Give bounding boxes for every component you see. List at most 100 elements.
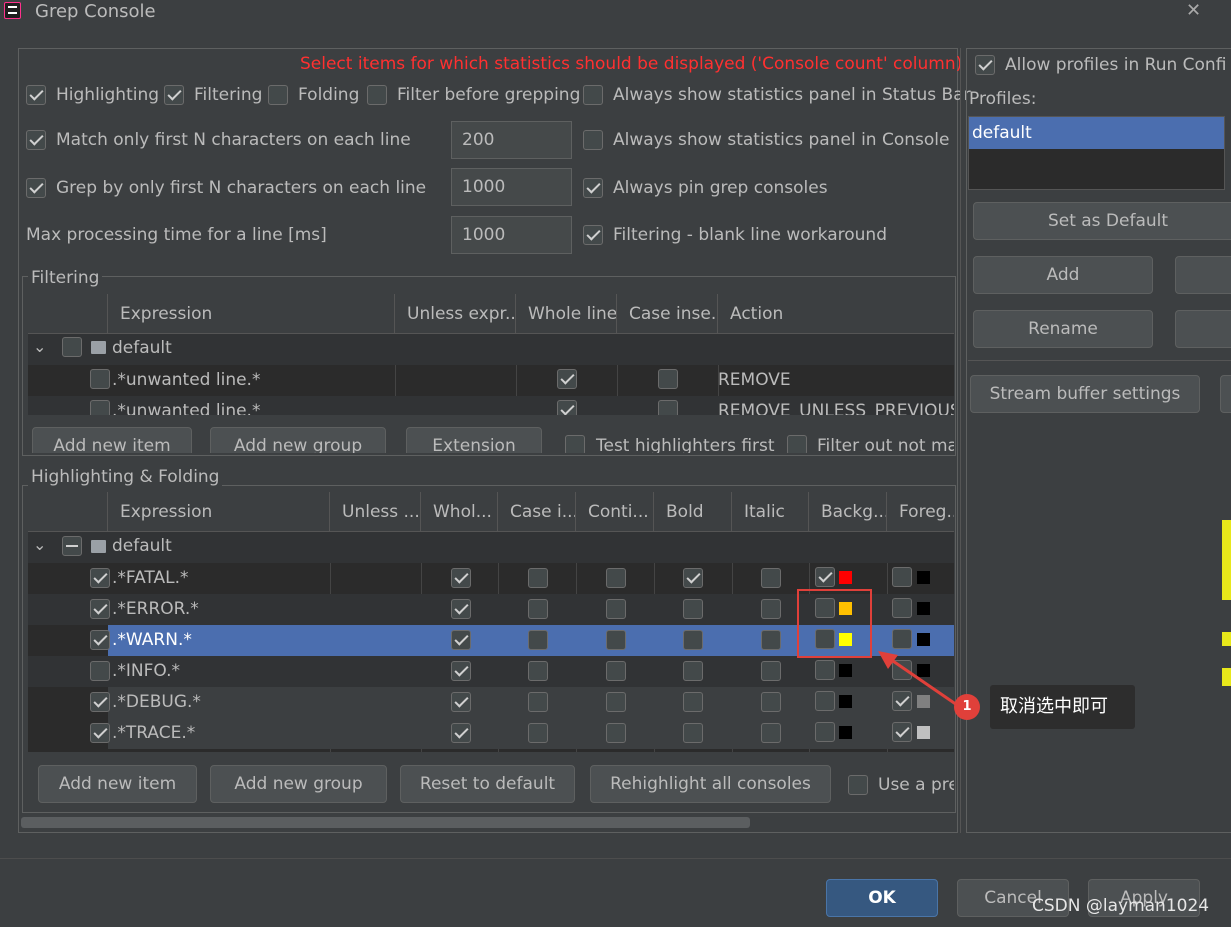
profile-extra-button-3[interactable] xyxy=(1220,375,1231,413)
hl-row-fg-checkbox[interactable] xyxy=(892,722,912,742)
hl-row-bold[interactable] xyxy=(683,661,703,681)
filter-col-action[interactable]: Action xyxy=(718,294,954,334)
filter-before-checkbox[interactable] xyxy=(367,85,387,105)
hl-row-enabled[interactable] xyxy=(90,630,110,650)
highlighting-checkbox[interactable] xyxy=(26,85,46,105)
hl-row-enabled[interactable] xyxy=(90,692,110,712)
filter-add-item-button[interactable]: Add new item xyxy=(32,427,192,453)
hl-row-bg-checkbox[interactable] xyxy=(815,660,835,680)
hl-row-italic[interactable] xyxy=(761,568,781,588)
hl-row-bg-swatch[interactable] xyxy=(839,695,852,708)
filter-col-case[interactable]: Case inse... xyxy=(617,294,718,334)
hl-row-bg-swatch[interactable] xyxy=(839,664,852,677)
hl-row-italic[interactable] xyxy=(761,599,781,619)
filter-group-row[interactable]: ⌄ default xyxy=(28,334,954,365)
filter-row-whole-line[interactable] xyxy=(557,400,577,415)
stream-buffer-button[interactable]: Stream buffer settings xyxy=(970,375,1200,413)
hl-row-bold[interactable] xyxy=(683,568,703,588)
hl-row-continue[interactable] xyxy=(606,599,626,619)
hl-row-bold[interactable] xyxy=(683,599,703,619)
profile-extra-button-2[interactable] xyxy=(1175,310,1231,348)
hl-row-whole[interactable] xyxy=(451,723,471,743)
hl-col-unless[interactable]: Unless ... xyxy=(330,492,421,532)
hl-group-checkbox[interactable] xyxy=(62,536,82,556)
hl-row-fg-checkbox[interactable] xyxy=(892,567,912,587)
hl-col-continue[interactable]: Conti... xyxy=(576,492,654,532)
hl-row-enabled[interactable] xyxy=(90,568,110,588)
always-status-bar-checkbox[interactable] xyxy=(583,85,603,105)
table-row[interactable]: .*unwanted line.* REMOVE_UNLESS_PREVIOUS xyxy=(28,396,954,415)
hl-row-continue[interactable] xyxy=(606,630,626,650)
filter-row-case[interactable] xyxy=(658,400,678,415)
hl-row-continue[interactable] xyxy=(606,661,626,681)
hl-row-continue[interactable] xyxy=(606,723,626,743)
hl-row-italic[interactable] xyxy=(761,692,781,712)
hl-row-fg-swatch[interactable] xyxy=(917,602,930,615)
hl-col-whole[interactable]: Whol... xyxy=(421,492,498,532)
hl-row-bg-checkbox[interactable] xyxy=(815,691,835,711)
hl-row-whole[interactable] xyxy=(451,692,471,712)
filter-row-checkbox[interactable] xyxy=(90,369,110,389)
set-default-button[interactable]: Set as Default xyxy=(973,202,1231,240)
hl-row-enabled[interactable] xyxy=(90,723,110,743)
use-pre-checkbox[interactable] xyxy=(848,775,868,795)
filter-row-case[interactable] xyxy=(658,369,678,389)
hl-row-whole[interactable] xyxy=(451,599,471,619)
hl-reset-button[interactable]: Reset to default xyxy=(400,765,575,803)
hl-add-item-button[interactable]: Add new item xyxy=(38,765,197,803)
hl-row-continue[interactable] xyxy=(606,692,626,712)
hl-row-case[interactable] xyxy=(528,568,548,588)
hl-row-bold[interactable] xyxy=(683,630,703,650)
hl-rehighlight-button[interactable]: Rehighlight all consoles xyxy=(590,765,831,803)
blank-line-checkbox[interactable] xyxy=(583,225,603,245)
hl-row-continue[interactable] xyxy=(606,568,626,588)
filter-group-checkbox[interactable] xyxy=(62,337,82,357)
filter-add-group-button[interactable]: Add new group xyxy=(210,427,386,453)
expand-chevron-icon[interactable]: ⌄ xyxy=(33,337,46,356)
filter-col-unless[interactable]: Unless expr... xyxy=(395,294,516,334)
expand-chevron-icon[interactable]: ⌄ xyxy=(33,535,46,554)
filter-row-action[interactable]: REMOVE xyxy=(718,370,791,390)
scrollbar-thumb[interactable] xyxy=(21,817,750,828)
hl-row-fg-checkbox[interactable] xyxy=(892,598,912,618)
hl-row-whole[interactable] xyxy=(451,568,471,588)
hl-row-bg-checkbox[interactable] xyxy=(815,567,835,587)
horizontal-scrollbar[interactable] xyxy=(19,814,955,831)
table-row[interactable]: .*TRACE.* xyxy=(28,718,954,749)
hl-col-bold[interactable]: Bold xyxy=(654,492,732,532)
hl-col-case[interactable]: Case i... xyxy=(498,492,576,532)
grep-first-n-checkbox[interactable] xyxy=(26,178,46,198)
profiles-list[interactable]: default xyxy=(968,116,1225,190)
hl-row-italic[interactable] xyxy=(761,661,781,681)
filter-extension-button[interactable]: Extension xyxy=(406,427,542,453)
filter-out-checkbox[interactable] xyxy=(787,435,807,453)
grep-first-n-input[interactable]: 1000 xyxy=(451,168,572,206)
table-row[interactable]: .*INFO.* xyxy=(28,656,954,687)
hl-row-case[interactable] xyxy=(528,661,548,681)
hl-add-group-button[interactable]: Add new group xyxy=(210,765,387,803)
always-pin-checkbox[interactable] xyxy=(583,178,603,198)
hl-row-case[interactable] xyxy=(528,599,548,619)
hl-col-expression[interactable]: Expression xyxy=(108,492,330,532)
close-icon[interactable]: ✕ xyxy=(1186,0,1201,21)
max-processing-input[interactable]: 1000 xyxy=(451,216,572,254)
add-profile-button[interactable]: Add xyxy=(973,256,1153,294)
filter-col-whole-line[interactable]: Whole line xyxy=(516,294,617,334)
match-first-n-checkbox[interactable] xyxy=(26,130,46,150)
hl-row-fg-swatch[interactable] xyxy=(917,571,930,584)
folding-checkbox[interactable] xyxy=(268,85,288,105)
hl-group-row[interactable]: ⌄ default xyxy=(28,532,954,563)
hl-row-bg-swatch[interactable] xyxy=(839,571,852,584)
profile-extra-button[interactable] xyxy=(1175,256,1231,294)
ok-button[interactable]: OK xyxy=(826,879,938,917)
match-first-n-input[interactable]: 200 xyxy=(451,121,572,159)
filtering-checkbox[interactable] xyxy=(164,85,184,105)
hl-row-enabled[interactable] xyxy=(90,661,110,681)
profile-item-default[interactable]: default xyxy=(969,117,1224,149)
filter-row-action[interactable]: REMOVE_UNLESS_PREVIOUS xyxy=(718,401,954,415)
hl-row-whole[interactable] xyxy=(451,661,471,681)
table-row[interactable]: .*DEBUG.* xyxy=(28,687,954,718)
hl-row-bg-checkbox[interactable] xyxy=(815,722,835,742)
hl-row-case[interactable] xyxy=(528,630,548,650)
hl-row-case[interactable] xyxy=(528,692,548,712)
